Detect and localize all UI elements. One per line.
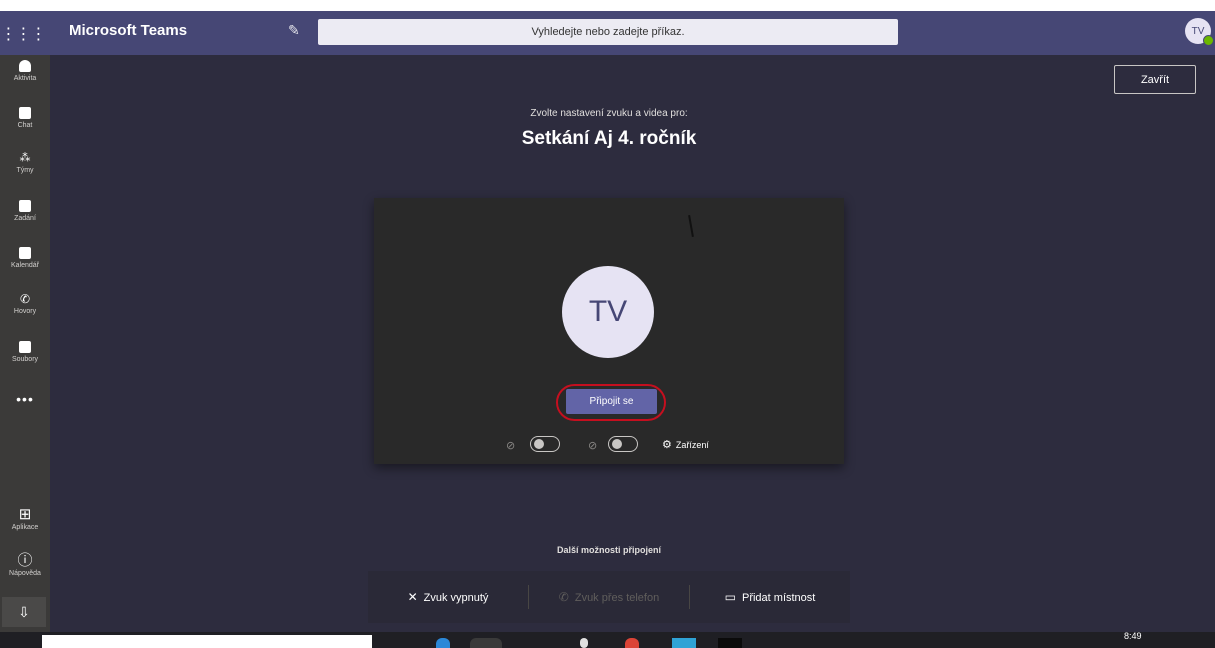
teams-icon: ⁂ bbox=[19, 152, 31, 164]
download-app-icon[interactable]: ⇩ bbox=[2, 597, 46, 627]
taskbar-app-icon[interactable] bbox=[718, 638, 742, 648]
taskbar-search[interactable] bbox=[42, 635, 372, 648]
toggle-knob bbox=[534, 439, 544, 449]
apps-icon: ⊞ bbox=[18, 506, 32, 523]
rail-item-hovory[interactable]: ✆ Hovory bbox=[0, 293, 50, 315]
clock: 8:49 bbox=[1124, 631, 1142, 641]
rail-item-chat[interactable]: Chat bbox=[0, 107, 50, 129]
devices-button[interactable]: ⚙ Zařízení bbox=[662, 438, 709, 451]
rail-item-label: Nápověda bbox=[9, 570, 41, 577]
rail-item-aktivita[interactable]: Aktivita bbox=[0, 60, 50, 82]
mic-toggle[interactable] bbox=[608, 436, 638, 452]
search-input[interactable]: Vyhledejte nebo zadejte příkaz. bbox=[318, 19, 898, 45]
rail-item-aplikace[interactable]: ⊞ Aplikace bbox=[0, 507, 50, 531]
audio-off-option[interactable]: ✕ Zvuk vypnutý bbox=[368, 590, 528, 604]
join-options-bar: ✕ Zvuk vypnutý ✆ Zvuk přes telefon ▭ Přidat… bbox=[368, 571, 850, 623]
taskbar-app-icon[interactable] bbox=[470, 638, 502, 648]
join-button[interactable]: Připojit se bbox=[566, 389, 657, 414]
avatar-initials: TV bbox=[1191, 25, 1205, 37]
compose-icon[interactable]: ✎ bbox=[288, 23, 300, 39]
presence-dot bbox=[1203, 35, 1214, 46]
rail-item-label: Zadání bbox=[14, 215, 36, 222]
devices-label: Zařízení bbox=[675, 440, 709, 450]
app-bar: ⋮⋮⋮ Microsoft Teams ✎ Vyhledejte nebo za… bbox=[0, 11, 1215, 55]
calendar-icon bbox=[19, 247, 31, 259]
mic-off-icon: ⊘ bbox=[588, 439, 598, 452]
speaker-off-icon: ✕ bbox=[407, 590, 418, 604]
video-preview: TV Připojit se ⊘ ⊘ ⚙ Zařízení bbox=[374, 198, 844, 464]
rail-item-label: Aktivita bbox=[13, 75, 37, 82]
media-controls: ⊘ ⊘ ⚙ Zařízení bbox=[506, 436, 736, 456]
option-label: Přidat místnost bbox=[741, 592, 816, 604]
left-rail: Aktivita Chat ⁂ Týmy Zadání Kalendář ✆ H… bbox=[0, 55, 50, 632]
option-label: Zvuk vypnutý bbox=[423, 592, 489, 604]
rail-item-label: Hovory bbox=[13, 308, 37, 315]
more-apps-button[interactable]: ••• bbox=[0, 391, 50, 407]
rail-item-tymy[interactable]: ⁂ Týmy bbox=[0, 152, 50, 174]
avatar-initials: TV bbox=[588, 295, 628, 328]
rail-item-napoveda[interactable]: ⓘ Nápověda bbox=[0, 553, 50, 577]
avatar[interactable]: TV bbox=[1185, 18, 1214, 46]
prejoin-screen: Zavřít Zvolte nastavení zvuku a videa pr… bbox=[50, 55, 1215, 632]
taskbar-app-icon[interactable] bbox=[625, 638, 639, 648]
add-room-option[interactable]: ▭ Přidat místnost bbox=[690, 590, 850, 604]
rail-item-label: Aplikace bbox=[11, 524, 39, 531]
option-label: Zvuk přes telefon bbox=[574, 592, 660, 604]
grid-icon[interactable]: ⋮⋮⋮ bbox=[1, 19, 47, 47]
rail-item-kalendar[interactable]: Kalendář bbox=[0, 247, 50, 269]
rail-item-label: Týmy bbox=[16, 167, 34, 174]
more-join-options-heading: Další možnosti připojení bbox=[556, 545, 661, 555]
chat-icon bbox=[19, 107, 31, 119]
taskbar: 8:49 bbox=[0, 631, 1215, 648]
rail-item-label: Chat bbox=[17, 122, 33, 129]
toggle-knob bbox=[612, 439, 622, 449]
room-icon: ▭ bbox=[724, 590, 736, 604]
search-placeholder: Vyhledejte nebo zadejte příkaz. bbox=[531, 26, 685, 38]
mouse-cursor bbox=[688, 214, 694, 238]
rail-item-soubory[interactable]: Soubory bbox=[0, 341, 50, 363]
prejoin-subtitle: Zvolte nastavení zvuku a videa pro: bbox=[530, 108, 688, 119]
avatar: TV bbox=[562, 266, 654, 358]
rail-item-label: Kalendář bbox=[10, 262, 40, 269]
bell-icon bbox=[19, 60, 31, 72]
close-button[interactable]: Zavřít bbox=[1114, 65, 1196, 94]
taskbar-app-icon[interactable] bbox=[436, 638, 450, 648]
app-title: Microsoft Teams bbox=[69, 22, 188, 39]
meeting-title: Setkání Aj 4. ročník bbox=[521, 128, 697, 149]
phone-icon: ✆ bbox=[558, 590, 569, 604]
gear-icon: ⚙ bbox=[662, 439, 672, 451]
help-icon: ⓘ bbox=[17, 552, 33, 569]
taskbar-app-icon[interactable] bbox=[580, 638, 588, 648]
camera-toggle[interactable] bbox=[530, 436, 560, 452]
assignments-icon bbox=[19, 200, 31, 212]
camera-off-icon: ⊘ bbox=[506, 439, 516, 452]
rail-item-zadani[interactable]: Zadání bbox=[0, 200, 50, 222]
phone-icon: ✆ bbox=[19, 292, 31, 306]
files-icon bbox=[19, 341, 31, 353]
rail-item-label: Soubory bbox=[11, 356, 39, 363]
taskbar-app-icon[interactable] bbox=[672, 638, 696, 648]
phone-audio-option[interactable]: ✆ Zvuk přes telefon bbox=[529, 590, 689, 604]
